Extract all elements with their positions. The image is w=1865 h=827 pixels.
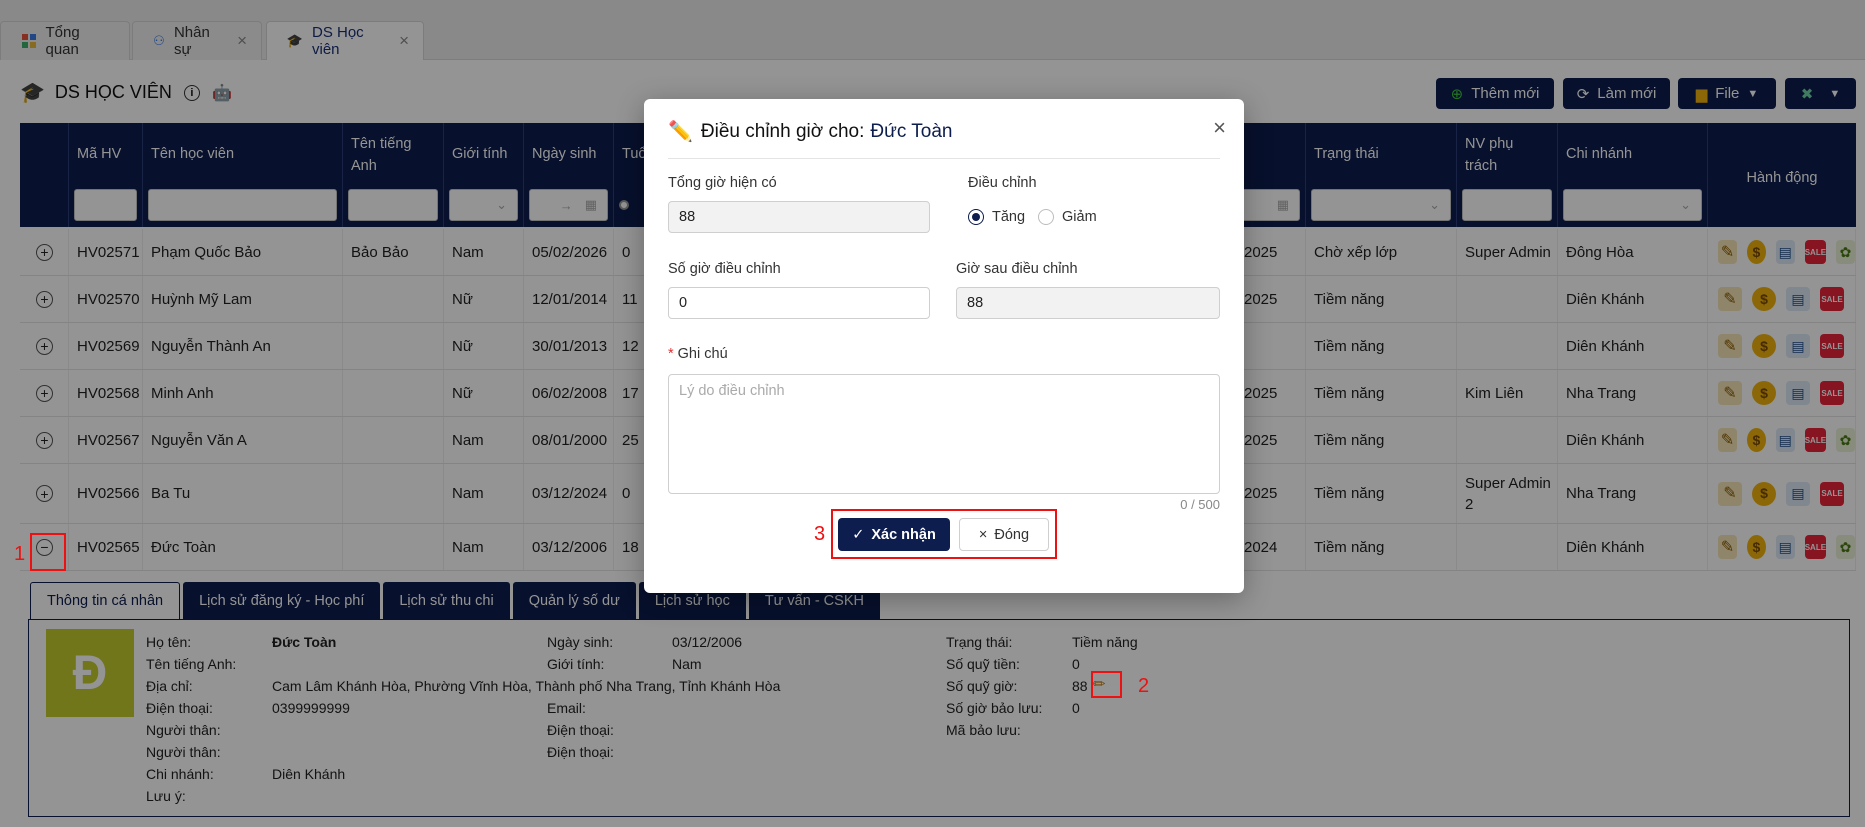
annotation-box-expand bbox=[30, 533, 66, 571]
modal-title-prefix: Điều chỉnh giờ cho: bbox=[700, 120, 865, 142]
annotation-number-2: 2 bbox=[1138, 675, 1150, 697]
adjust-hours-modal: ✏️ Điều chỉnh giờ cho: Đức Toàn × Tổng g… bbox=[644, 99, 1244, 593]
modal-student-name: Đức Toàn bbox=[870, 120, 953, 142]
modal-divider bbox=[668, 158, 1220, 159]
annotation-box-edit-hours bbox=[1091, 671, 1122, 698]
after-hours-field: 88 bbox=[956, 287, 1220, 319]
note-textarea[interactable]: Lý do điều chỉnh bbox=[668, 374, 1220, 494]
annotation-number-1: 1 bbox=[14, 543, 26, 565]
annotation-number-3: 3 bbox=[814, 523, 826, 545]
radio-dot bbox=[968, 209, 984, 225]
modal-title: ✏️ Điều chỉnh giờ cho: Đức Toàn bbox=[668, 119, 952, 144]
radio-dot bbox=[1038, 209, 1054, 225]
note-label: * Ghi chú bbox=[668, 346, 728, 362]
adjust-hours-label: Số giờ điều chỉnh bbox=[668, 261, 781, 277]
after-hours-label: Giờ sau điều chỉnh bbox=[956, 261, 1078, 277]
adjust-direction-label: Điều chỉnh bbox=[968, 175, 1037, 191]
current-hours-field: 88 bbox=[668, 201, 930, 233]
note-char-counter: 0 / 500 bbox=[1180, 497, 1220, 512]
required-mark: * bbox=[668, 346, 674, 362]
pencil-icon: ✏️ bbox=[668, 121, 693, 143]
radio-increase[interactable]: Tăng bbox=[968, 209, 1025, 225]
adjust-hours-input[interactable]: 0 bbox=[668, 287, 930, 319]
radio-decrease-label: Giảm bbox=[1062, 209, 1097, 225]
annotation-box-confirm bbox=[831, 509, 1057, 559]
close-icon[interactable]: × bbox=[1213, 115, 1226, 141]
current-hours-label: Tổng giờ hiện có bbox=[668, 175, 777, 191]
radio-increase-label: Tăng bbox=[992, 209, 1026, 225]
radio-decrease[interactable]: Giảm bbox=[1038, 209, 1097, 225]
note-label-text: Ghi chú bbox=[677, 346, 728, 362]
